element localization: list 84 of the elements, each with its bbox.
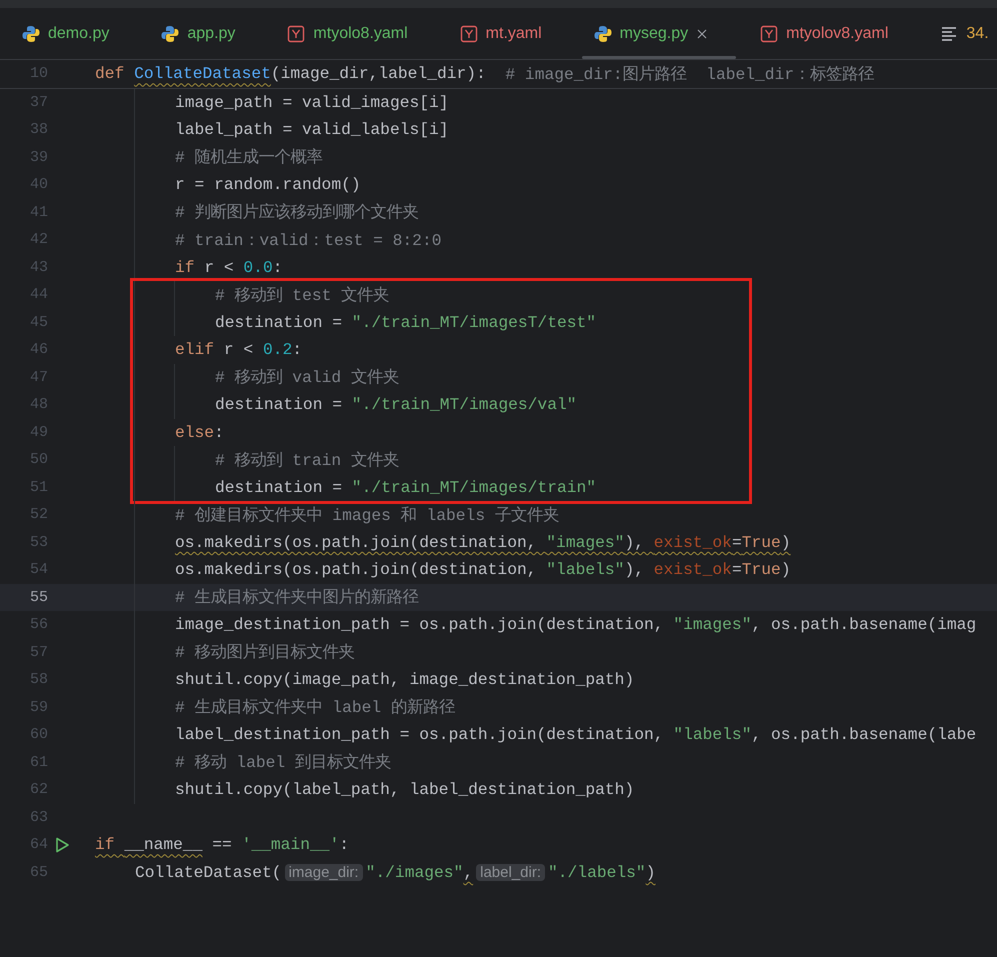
code-keyword: def: [95, 64, 126, 84]
code-comment: # 移动 label 到目标文件夹: [175, 752, 391, 774]
yaml-file-icon: [460, 24, 478, 42]
code-keyword: if: [95, 835, 116, 854]
parameter-name: exist_ok: [654, 560, 732, 580]
code-keyword: True: [742, 532, 781, 552]
code-comment: # train：valid：test = 8:2:0: [175, 230, 442, 251]
editor-tab[interactable]: mt.yaml: [460, 8, 558, 59]
code-text: ),: [624, 532, 645, 552]
code-text: shutil.copy(image_path, image_destination_path): [175, 670, 634, 690]
code-text: label_path = valid_labels[i]: [175, 120, 449, 140]
editor-tab[interactable]: mtyolov8.yaml: [760, 8, 904, 59]
string-literal: "./images": [366, 862, 464, 882]
code-text: :: [272, 258, 282, 277]
code-text: r <: [224, 340, 254, 360]
string-literal: "images": [546, 532, 624, 552]
yaml-file-icon: [760, 24, 778, 42]
code-text: image_destination_path = os.path.join(destination,: [175, 615, 665, 634]
line-number: 55: [28, 588, 48, 606]
code-text: image_path = valid_images[i]: [175, 92, 449, 112]
python-icon: [594, 24, 612, 42]
code-text: :: [214, 422, 224, 442]
python-icon: [161, 24, 180, 42]
code-text: CollateDataset(: [135, 862, 282, 882]
code-keyword: True: [742, 560, 781, 580]
code-text: os.makedirs(os.path.join(destination,: [175, 532, 538, 552]
code-text: :: [292, 340, 302, 360]
string-literal: "labels": [673, 725, 752, 744]
editor-tab[interactable]: app.py: [161, 8, 252, 59]
editor-tab[interactable]: mtyolo8.yaml: [287, 8, 424, 59]
code-text: ): [646, 862, 656, 882]
parameter-hint: image_dir:: [284, 864, 363, 881]
code-comment: # 移动图片到目标文件夹: [175, 642, 355, 664]
string-literal: "images": [673, 615, 752, 634]
code-text: r = random.random(): [175, 175, 361, 194]
code-keyword: elif: [175, 340, 216, 360]
code-text: __name__: [124, 835, 202, 854]
parameter-hint: label_dir:: [476, 864, 545, 881]
code-text: ): [780, 532, 791, 552]
string-literal: "./labels": [548, 862, 646, 882]
code-comment: # 生成目标文件夹中图片的新路径: [175, 587, 419, 608]
code-text: , os.path.basename(labe: [751, 725, 976, 744]
code-comment: # 移动到 test 文件夹: [215, 284, 390, 306]
code-text: ==: [211, 835, 233, 854]
string-literal: "./train_MT/images/train": [352, 478, 596, 497]
close-icon[interactable]: [696, 28, 708, 40]
code-comment: # 创建目标文件夹中 images 和 labels 子文件夹: [175, 504, 559, 526]
number-literal: 0.0: [243, 258, 273, 277]
code-text: os.makedirs(os.path.join(destination,: [175, 560, 538, 580]
python-icon: [22, 24, 40, 42]
string-literal: '__main__': [242, 835, 340, 854]
editor-tab[interactable]: demo.py: [22, 8, 126, 59]
code-text: :: [339, 835, 350, 854]
code-comment: # image_dir:图片路径 label_dir：标签路径: [505, 64, 874, 85]
code-text: r <: [204, 258, 235, 277]
code-comment: # 生成目标文件夹中 label 的新路径: [175, 697, 455, 718]
code-text: ): [780, 560, 791, 580]
code-text: destination =: [215, 478, 344, 497]
code-keyword: if: [175, 258, 196, 277]
code-text: (image_dir,label_dir):: [270, 64, 487, 84]
code-text: =: [732, 532, 742, 552]
function-name: CollateDataset: [134, 64, 271, 84]
code-text: ),: [624, 560, 645, 580]
text-file-icon: [940, 24, 958, 42]
run-icon[interactable]: [54, 836, 70, 853]
code-text: destination =: [215, 395, 344, 414]
yaml-file-icon: [287, 24, 306, 42]
string-literal: "./train_MT/images/val": [352, 395, 577, 414]
code-text: shutil.copy(label_path, label_destination_path): [175, 780, 634, 800]
string-literal: "labels": [546, 560, 624, 580]
code-comment: # 判断图片应该移动到哪个文件夹: [175, 202, 419, 224]
code-text: ,: [463, 862, 474, 882]
parameter-name: exist_ok: [654, 532, 732, 552]
editor-tab[interactable]: 34.: [940, 8, 997, 59]
code-text: =: [732, 560, 742, 580]
code-keyword: else: [175, 422, 214, 442]
code-text: , os.path.basename(imag: [751, 615, 976, 634]
code-text: label_destination_path = os.path.join(destination,: [175, 725, 665, 744]
code-comment: # 随机生成一个概率: [175, 147, 323, 168]
string-literal: "./train_MT/imagesT/test": [352, 312, 596, 332]
code-comment: # 移动到 valid 文件夹: [215, 367, 399, 388]
code-text: destination =: [215, 312, 344, 332]
code-comment: # 移动到 train 文件夹: [215, 450, 399, 471]
number-literal: 0.2: [262, 340, 292, 360]
